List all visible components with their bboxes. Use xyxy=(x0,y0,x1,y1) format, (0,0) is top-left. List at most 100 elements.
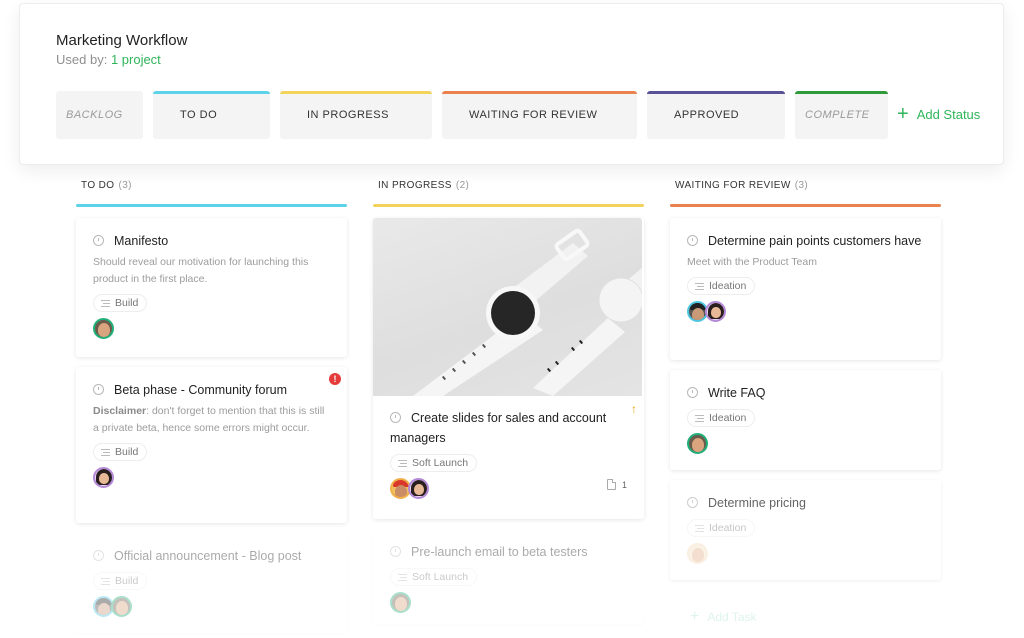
avatar[interactable] xyxy=(687,543,708,564)
clock-icon xyxy=(687,497,698,508)
task-cover-image xyxy=(373,218,642,396)
workflow-panel: Marketing Workflow Used by: 1 project BA… xyxy=(19,3,1004,165)
status-label: IN PROGRESS xyxy=(307,109,389,121)
status-label: APPROVED xyxy=(674,109,740,121)
status-todo[interactable]: TO DO xyxy=(153,91,270,139)
column-color-bar xyxy=(670,204,941,207)
avatar[interactable] xyxy=(408,478,429,499)
list-icon xyxy=(398,573,407,581)
task-description: Should reveal our motivation for launchi… xyxy=(93,256,309,285)
assignee-list xyxy=(390,592,627,613)
task-tag[interactable]: Soft Launch xyxy=(390,454,478,472)
column-waiting-for-review: WAITING FOR REVIEW (3) Determine pain poi… xyxy=(670,170,941,625)
status-approved[interactable]: APPROVED xyxy=(647,91,785,139)
plus-icon: + xyxy=(690,608,700,625)
task-tag[interactable]: Ideation xyxy=(687,277,756,295)
task-card[interactable]: Determine pain points customers have Mee… xyxy=(670,218,941,360)
add-task-button[interactable]: + Add Task xyxy=(690,608,757,626)
assignee-list xyxy=(93,467,330,488)
column-count: (3) xyxy=(118,180,132,191)
used-by-project-link[interactable]: 1 project xyxy=(111,52,161,67)
column-color-bar xyxy=(373,204,644,207)
assignee-list xyxy=(687,301,924,322)
task-title: Beta phase - Community forum xyxy=(93,380,330,400)
clock-icon xyxy=(687,387,698,398)
task-tag[interactable]: Build xyxy=(93,443,148,461)
list-icon xyxy=(101,577,110,585)
task-card[interactable]: Manifesto Should reveal our motivation f… xyxy=(76,218,347,357)
list-icon xyxy=(695,282,704,290)
task-card[interactable]: ↑ Create slides for sales and account ma… xyxy=(373,218,644,519)
avatar[interactable] xyxy=(390,592,411,613)
status-color-bar xyxy=(280,91,432,94)
task-card[interactable]: Determine pricing Ideation xyxy=(670,480,941,580)
workflow-title: Marketing Workflow xyxy=(56,32,188,49)
status-color-bar xyxy=(647,91,785,94)
column-header: TO DO (3) xyxy=(76,170,347,200)
clock-icon xyxy=(390,412,401,423)
assignee-list xyxy=(390,478,627,499)
task-title: Determine pricing xyxy=(687,493,924,513)
list-icon xyxy=(695,414,704,422)
task-title: Pre-launch email to beta testers xyxy=(390,542,627,562)
avatar[interactable] xyxy=(705,301,726,322)
task-description: Meet with the Product Team xyxy=(687,256,817,268)
status-color-bar xyxy=(442,91,637,94)
clock-icon xyxy=(93,384,104,395)
column-count: (2) xyxy=(455,180,470,191)
assignee-list xyxy=(687,433,924,454)
status-backlog[interactable]: BACKLOG xyxy=(56,91,143,139)
status-label: BACKLOG xyxy=(66,109,123,121)
task-card[interactable]: Pre-launch email to beta testers Soft La… xyxy=(373,529,644,624)
task-title: Manifesto xyxy=(93,231,330,251)
task-tag[interactable]: Build xyxy=(93,294,148,312)
used-by-label: Used by: xyxy=(56,52,108,67)
add-status-label: Add Status xyxy=(916,106,981,122)
assignee-list xyxy=(93,596,330,617)
task-title: Determine pain points customers have xyxy=(687,231,924,251)
column-title: TO DO xyxy=(81,180,115,191)
status-label: COMPLETE xyxy=(805,109,870,121)
status-label: WAITING FOR REVIEW xyxy=(469,109,598,121)
task-description: Disclaimer: don't forget to mention that… xyxy=(93,405,325,434)
smartwatch-image xyxy=(413,228,642,396)
priority-high-icon[interactable]: ↑ xyxy=(631,402,637,416)
clock-icon xyxy=(93,550,104,561)
avatar[interactable] xyxy=(687,433,708,454)
task-tag[interactable]: Ideation xyxy=(687,409,756,427)
avatar[interactable] xyxy=(111,596,132,617)
task-title: Create slides for sales and account mana… xyxy=(390,411,607,445)
task-card[interactable]: ! Beta phase - Community forum Disclaime… xyxy=(76,367,347,523)
alert-icon: ! xyxy=(329,373,341,385)
task-tag[interactable]: Soft Launch xyxy=(390,568,478,586)
column-title: IN PROGRESS xyxy=(378,180,452,191)
clock-icon xyxy=(93,235,104,246)
list-icon xyxy=(101,448,110,456)
document-icon xyxy=(606,479,616,490)
task-tag[interactable]: Ideation xyxy=(687,519,756,537)
status-color-bar xyxy=(153,91,270,94)
column-color-bar xyxy=(76,204,347,207)
assignee-list xyxy=(687,543,924,564)
column-in-progress: IN PROGRESS (2) ↑ Create slides for sale… xyxy=(373,170,644,624)
attachments[interactable]: 1 xyxy=(606,479,627,490)
avatar[interactable] xyxy=(93,467,114,488)
status-label: TO DO xyxy=(180,109,218,121)
column-todo: TO DO (3) Manifesto Should reveal our mot… xyxy=(76,170,347,633)
assignee-list xyxy=(93,318,330,339)
task-card[interactable]: Official announcement - Blog post Build xyxy=(76,533,347,633)
task-tag[interactable]: Build xyxy=(93,572,148,590)
status-in-progress[interactable]: IN PROGRESS xyxy=(280,91,432,139)
avatar[interactable] xyxy=(93,318,114,339)
task-title: Official announcement - Blog post xyxy=(93,546,330,566)
column-title: WAITING FOR REVIEW xyxy=(675,180,791,191)
column-header: IN PROGRESS (2) xyxy=(373,170,644,200)
plus-icon: + xyxy=(897,103,909,125)
task-card[interactable]: Write FAQ Ideation xyxy=(670,370,941,470)
status-complete[interactable]: COMPLETE xyxy=(795,91,888,139)
column-count: (3) xyxy=(794,180,809,191)
status-waiting-for-review[interactable]: WAITING FOR REVIEW xyxy=(442,91,637,139)
add-status-button[interactable]: + Add Status xyxy=(897,104,980,124)
workflow-usage: Used by: 1 project xyxy=(56,52,161,67)
status-color-bar xyxy=(795,91,888,94)
